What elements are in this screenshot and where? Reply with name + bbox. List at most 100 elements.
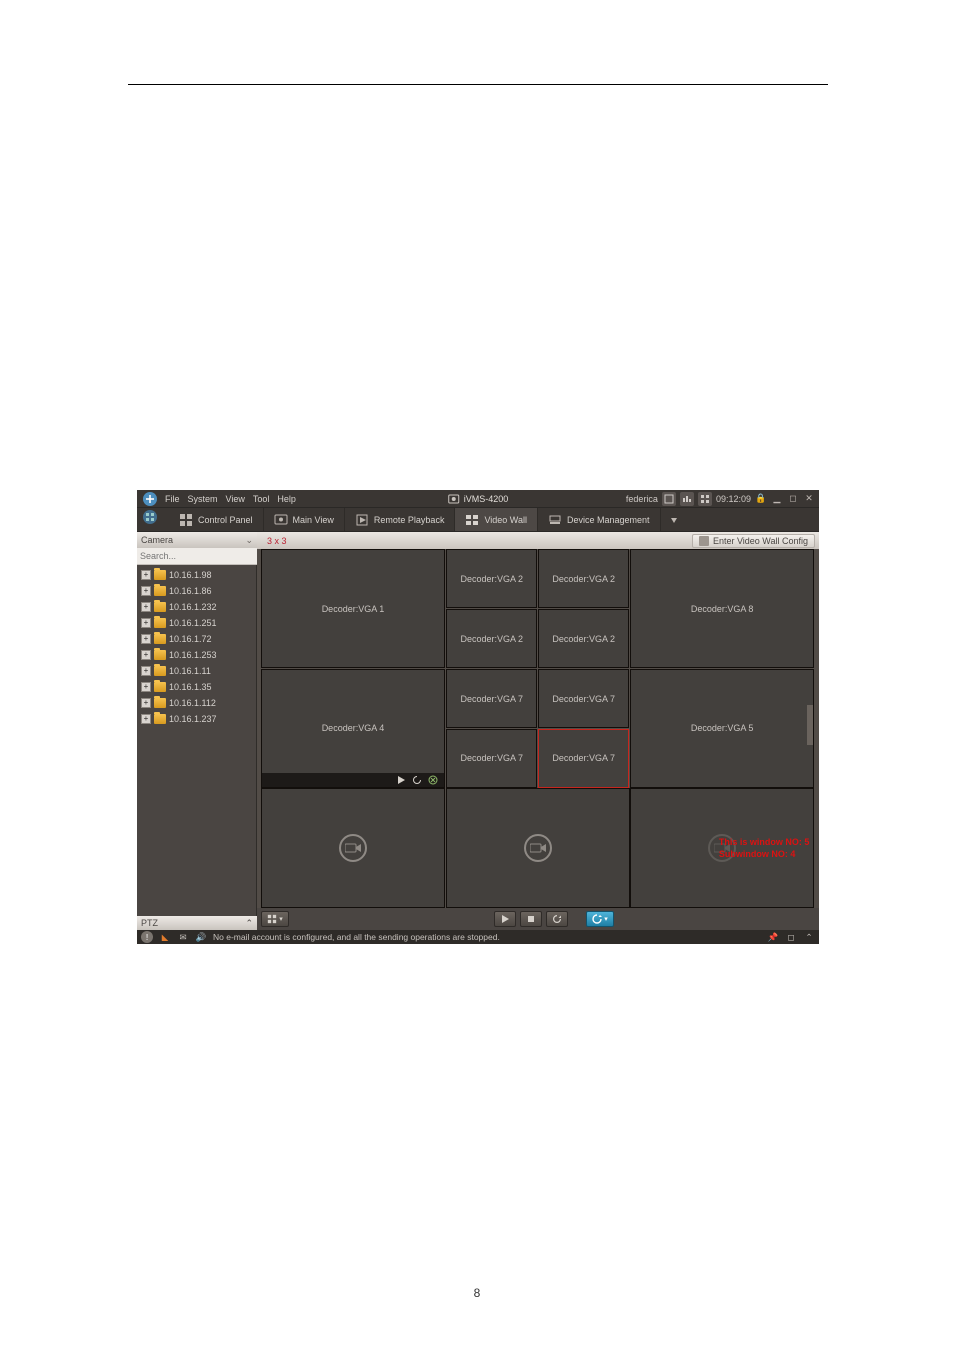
cell-label: Decoder:VGA 4 [322, 723, 385, 733]
tree-node[interactable]: +10.16.1.112 [137, 695, 256, 711]
play-icon[interactable] [396, 775, 406, 785]
tree-label: 10.16.1.112 [169, 698, 216, 708]
motion-icon[interactable]: ◣ [159, 931, 171, 943]
refresh-icon[interactable] [412, 775, 422, 785]
wall-cell-empty-1[interactable] [261, 788, 445, 907]
title-bar: File System View Tool Help iVMS-4200 fed… [137, 490, 819, 508]
collapse-icon[interactable]: ⌃ [803, 931, 815, 943]
menu-help[interactable]: Help [277, 494, 296, 504]
tabs-overflow[interactable] [661, 508, 687, 531]
menu-tool[interactable]: Tool [253, 494, 270, 504]
tree-node[interactable]: +10.16.1.237 [137, 711, 256, 727]
folder-icon [154, 650, 166, 660]
tree-node[interactable]: +10.16.1.72 [137, 631, 256, 647]
tab-label: Remote Playback [374, 515, 445, 525]
close-cell-icon[interactable] [428, 775, 438, 785]
wall-cell-vga2-a[interactable]: Decoder:VGA 2 [446, 549, 537, 608]
expand-icon[interactable]: + [141, 602, 151, 612]
tree-node[interactable]: +10.16.1.11 [137, 663, 256, 679]
cell-label: Decoder:VGA 7 [460, 694, 523, 704]
wall-cell-vga1[interactable]: Decoder:VGA 1 [261, 549, 445, 668]
wall-cell-annotation[interactable]: This is window NO: 5 Subwindow NO: 4 [630, 788, 814, 907]
cell-label: Decoder:VGA 8 [691, 604, 754, 614]
expand-icon[interactable]: + [141, 698, 151, 708]
camera-tree: +10.16.1.98 +10.16.1.86 +10.16.1.232 +10… [137, 565, 256, 916]
maximize-button[interactable]: ◻ [787, 493, 799, 505]
menu-file[interactable]: File [165, 494, 180, 504]
menu-bar: File System View Tool Help [165, 494, 296, 504]
net-icon[interactable] [680, 492, 694, 506]
tab-control-panel[interactable]: Control Panel [169, 508, 264, 531]
mail-icon[interactable]: ✉ [177, 931, 189, 943]
tab-main-view[interactable]: Main View [264, 508, 345, 531]
scroll-handle[interactable] [807, 705, 813, 745]
tree-label: 10.16.1.253 [169, 650, 217, 660]
menu-system[interactable]: System [188, 494, 218, 504]
stop-all-button[interactable] [520, 911, 542, 927]
layout-icon[interactable] [698, 492, 712, 506]
folder-icon [154, 666, 166, 676]
tree-node[interactable]: +10.16.1.86 [137, 583, 256, 599]
layout-picker-button[interactable]: ▾ [261, 911, 289, 927]
camera-panel: Camera ⌄ 🔍 ＋ +10.16.1.98 +10.16.1.86 +10… [137, 532, 257, 930]
tab-label: Device Management [567, 515, 650, 525]
tree-node[interactable]: +10.16.1.251 [137, 615, 256, 631]
tab-home-icon[interactable] [137, 508, 163, 526]
camera-panel-header[interactable]: Camera ⌄ [137, 532, 258, 548]
status-message: No e-mail account is configured, and all… [213, 932, 500, 942]
cell-label: Decoder:VGA 2 [460, 574, 523, 584]
pin-icon[interactable]: 📌 [767, 931, 779, 943]
tree-node[interactable]: +10.16.1.35 [137, 679, 256, 695]
ivms-app-window: File System View Tool Help iVMS-4200 fed… [137, 490, 819, 944]
tree-node[interactable]: +10.16.1.232 [137, 599, 256, 615]
expand-icon[interactable]: + [141, 682, 151, 692]
refresh-all-button[interactable] [546, 911, 568, 927]
expand-icon[interactable]: + [141, 570, 151, 580]
no-signal-icon [524, 834, 552, 862]
menu-view[interactable]: View [226, 494, 245, 504]
tree-node[interactable]: +10.16.1.253 [137, 647, 256, 663]
wall-cell-vga7-c[interactable]: Decoder:VGA 7 [446, 729, 537, 788]
sound-icon[interactable]: 🔊 [195, 931, 207, 943]
expand-icon[interactable]: + [141, 650, 151, 660]
folder-icon [154, 634, 166, 644]
wall-cell-vga7-d-selected[interactable]: Decoder:VGA 7 [538, 729, 629, 788]
wall-layout-select[interactable]: 3 x 3 [261, 536, 293, 546]
tree-label: 10.16.1.251 [169, 618, 217, 628]
expand-icon[interactable]: + [141, 618, 151, 628]
wall-cell-vga4[interactable]: Decoder:VGA 4 [261, 669, 445, 788]
lock-icon[interactable]: 🔒 [755, 493, 767, 505]
cell-label: Decoder:VGA 2 [460, 634, 523, 644]
tree-label: 10.16.1.98 [169, 570, 212, 580]
wall-cell-vga7-a[interactable]: Decoder:VGA 7 [446, 669, 537, 728]
expand-icon[interactable]: + [141, 666, 151, 676]
wall-cell-vga8[interactable]: Decoder:VGA 8 [630, 549, 814, 668]
folder-icon [154, 602, 166, 612]
expand-icon[interactable]: + [141, 714, 151, 724]
search-input[interactable] [137, 548, 261, 564]
expand-icon[interactable]: + [141, 586, 151, 596]
tab-video-wall[interactable]: Video Wall [455, 508, 538, 531]
expand-icon[interactable]: + [141, 634, 151, 644]
video-wall-area: 3 x 3 Enter Video Wall Config Decoder:VG… [257, 532, 819, 930]
cycle-button[interactable]: ▾ [586, 911, 614, 927]
wall-cell-vga2-b[interactable]: Decoder:VGA 2 [538, 549, 629, 608]
play-all-button[interactable] [494, 911, 516, 927]
enter-video-wall-config-button[interactable]: Enter Video Wall Config [692, 534, 815, 548]
alert-icon[interactable]: ! [141, 931, 153, 943]
config-icon [699, 536, 709, 546]
wall-cell-vga5[interactable]: Decoder:VGA 5 [630, 669, 814, 788]
tab-device-management[interactable]: Device Management [538, 508, 661, 531]
wall-cell-vga2-d[interactable]: Decoder:VGA 2 [538, 609, 629, 668]
minimize-button[interactable]: ▁ [771, 493, 783, 505]
cell-label: Decoder:VGA 7 [460, 753, 523, 763]
wall-cell-vga2-c[interactable]: Decoder:VGA 2 [446, 609, 537, 668]
wall-cell-vga7-b[interactable]: Decoder:VGA 7 [538, 669, 629, 728]
tree-node[interactable]: +10.16.1.98 [137, 567, 256, 583]
wall-cell-empty-2[interactable] [446, 788, 630, 907]
tab-remote-playback[interactable]: Remote Playback [345, 508, 456, 531]
close-button[interactable]: ✕ [803, 493, 815, 505]
ptz-panel-header[interactable]: PTZ ⌃ [137, 916, 258, 930]
cpu-icon[interactable] [662, 492, 676, 506]
restore-icon[interactable]: ◻ [785, 931, 797, 943]
